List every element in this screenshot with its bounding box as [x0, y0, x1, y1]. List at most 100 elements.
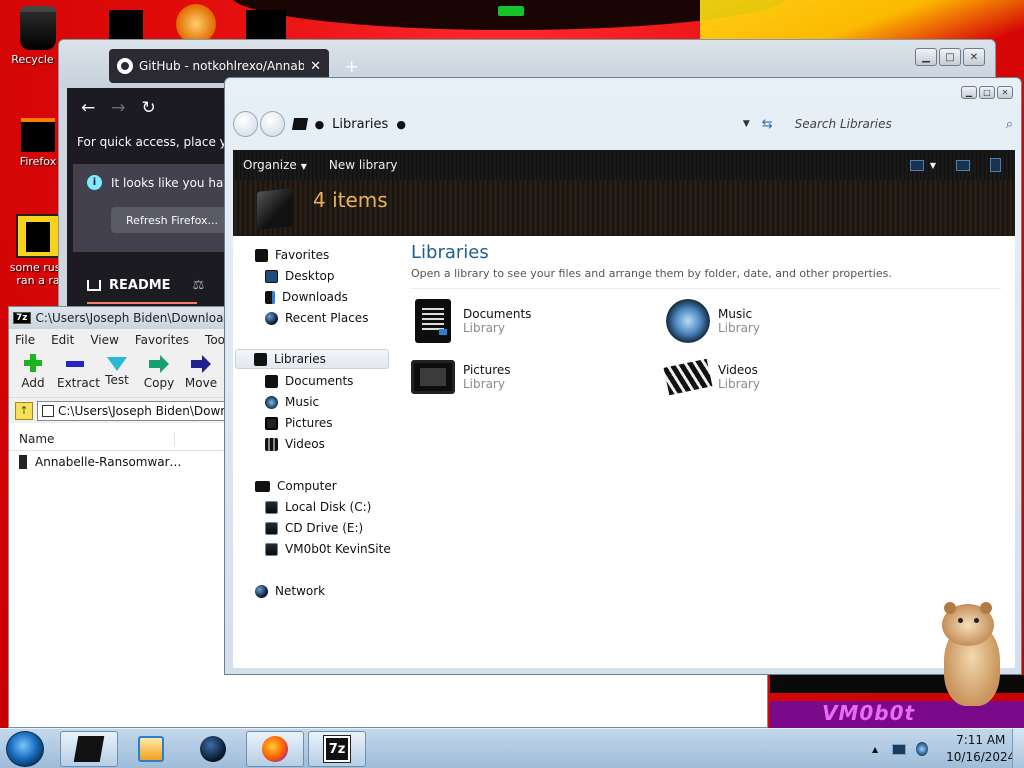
clock[interactable]: 7:11 AM 10/16/2024 [946, 732, 1015, 766]
add-icon [24, 354, 42, 374]
nav-pictures[interactable]: Pictures [265, 413, 333, 433]
nav-recent-places[interactable]: Recent Places [265, 308, 368, 328]
refresh-icon[interactable]: ⇆ [762, 117, 773, 132]
readme-tab[interactable]: README ⚖ [87, 268, 204, 302]
copy-button[interactable]: Copy [141, 351, 177, 397]
folder-icon [109, 10, 143, 40]
taskbar-app[interactable] [184, 731, 242, 767]
taskbar-7zip[interactable]: 7z [308, 731, 366, 767]
nav-vm0b0t-site[interactable]: VM0b0t KevinSite [265, 539, 391, 559]
help-icon[interactable] [990, 158, 1001, 172]
nav-music[interactable]: Music [265, 392, 319, 412]
hamster-eye [974, 618, 979, 623]
tab-close-icon[interactable]: ✕ [310, 59, 321, 74]
library-music[interactable]: Music Library [666, 298, 906, 344]
close-button[interactable]: ✕ [963, 48, 985, 66]
nav-computer[interactable]: Computer [255, 476, 337, 496]
pictures-icon [265, 416, 278, 430]
reload-icon[interactable]: ↻ [142, 98, 156, 118]
github-icon [117, 58, 133, 74]
forward-button[interactable] [259, 111, 285, 137]
new-library-button[interactable]: New library [329, 158, 398, 172]
show-hidden-icons[interactable]: ▲ [872, 745, 878, 754]
back-button[interactable] [233, 111, 258, 137]
music-library-icon [666, 299, 710, 343]
nav-downloads[interactable]: Downloads [265, 287, 348, 307]
library-name: Documents [463, 307, 532, 321]
nav-documents[interactable]: Documents [265, 371, 353, 391]
library-videos[interactable]: Videos Library [663, 354, 906, 400]
chevron-down-icon: ▼ [929, 160, 936, 170]
divider [411, 288, 1001, 289]
network-tray-icon[interactable] [892, 743, 907, 755]
libraries-icon [254, 352, 267, 366]
license-icon[interactable]: ⚖ [193, 278, 205, 293]
hamster-eye [958, 618, 963, 623]
change-view-button[interactable]: ▼ [909, 159, 936, 171]
add-label: Add [21, 376, 45, 390]
firefox-icon [262, 736, 288, 762]
move-button[interactable]: Move [183, 351, 219, 397]
nav-videos[interactable]: Videos [265, 434, 325, 454]
nav-label: Recent Places [285, 311, 369, 325]
taskbar-firefox[interactable] [246, 731, 304, 767]
menu-edit[interactable]: Edit [51, 333, 74, 347]
test-button[interactable]: Test [99, 351, 135, 397]
recent-places-icon [265, 311, 278, 325]
app-icon [200, 736, 226, 762]
close-button[interactable]: ✕ [997, 86, 1013, 99]
breadcrumb[interactable]: ● Libraries ● [291, 112, 663, 136]
preview-pane-icon[interactable] [956, 159, 970, 171]
nav-network[interactable]: Network [255, 581, 325, 601]
cd-drive-icon [265, 521, 278, 535]
forward-icon[interactable]: → [111, 98, 125, 118]
nav-label: Local Disk (C:) [285, 500, 372, 514]
nav-desktop[interactable]: Desktop [265, 266, 335, 286]
path-icon [42, 404, 54, 417]
downloads-icon [265, 290, 275, 304]
minimize-button[interactable]: ▁ [915, 48, 937, 66]
computer-icon [255, 480, 270, 492]
taskbar-media-player[interactable] [122, 731, 180, 767]
library-pictures[interactable]: Pictures Library [411, 354, 651, 400]
window-controls: ▁ □ ✕ [961, 86, 1013, 99]
nav-label: Libraries [274, 352, 326, 366]
breadcrumb-separator[interactable]: ● [396, 118, 406, 131]
7zip-address-text: C:\Users\Joseph Biden\Down [58, 403, 228, 418]
nav-cd-drive[interactable]: CD Drive (E:) [265, 518, 363, 538]
nav-favorites[interactable]: Favorites [255, 245, 329, 265]
search-icon[interactable]: ⌕ [1006, 117, 1013, 132]
search-input[interactable]: Search Libraries ⌕ [795, 112, 1013, 136]
extract-button[interactable]: Extract [57, 351, 100, 397]
menu-file[interactable]: File [15, 333, 35, 347]
breadcrumb-libraries[interactable]: Libraries [332, 117, 388, 132]
menu-view[interactable]: View [90, 333, 118, 347]
maximize-button[interactable]: □ [979, 86, 995, 99]
nav-local-disk[interactable]: Local Disk (C:) [265, 497, 371, 517]
clock-time: 7:11 AM [956, 733, 1006, 747]
show-desktop-button[interactable] [1012, 729, 1024, 768]
taskbar-explorer[interactable] [60, 731, 118, 767]
extract-label: Extract [57, 376, 100, 390]
pictures-library-icon [411, 360, 455, 394]
start-button[interactable] [6, 731, 44, 767]
documents-library-icon [415, 299, 451, 343]
maximize-button[interactable]: □ [939, 48, 961, 66]
minimize-button[interactable]: ▁ [961, 86, 977, 99]
address-dropdown-icon[interactable]: ▼ [743, 119, 750, 129]
library-documents[interactable]: Documents Library [411, 298, 651, 344]
nav-libraries[interactable]: Libraries [235, 349, 389, 369]
folder-up-button[interactable]: ↑ [15, 401, 33, 420]
column-name-header[interactable]: Name [9, 431, 175, 446]
refresh-firefox-button[interactable]: Refresh Firefox... [111, 207, 233, 233]
back-icon[interactable]: ← [81, 98, 95, 118]
volume-tray-icon[interactable] [916, 742, 929, 756]
new-tab-button[interactable]: + [345, 57, 358, 76]
organize-button[interactable]: Organize ▼ [243, 158, 307, 172]
breadcrumb-separator[interactable]: ● [315, 118, 325, 131]
add-button[interactable]: Add [15, 351, 51, 397]
file-name: Annabelle-Ransomware... [35, 455, 185, 469]
library-type: Library [463, 321, 505, 335]
menu-favorites[interactable]: Favorites [135, 333, 189, 347]
media-player-icon [138, 736, 164, 762]
